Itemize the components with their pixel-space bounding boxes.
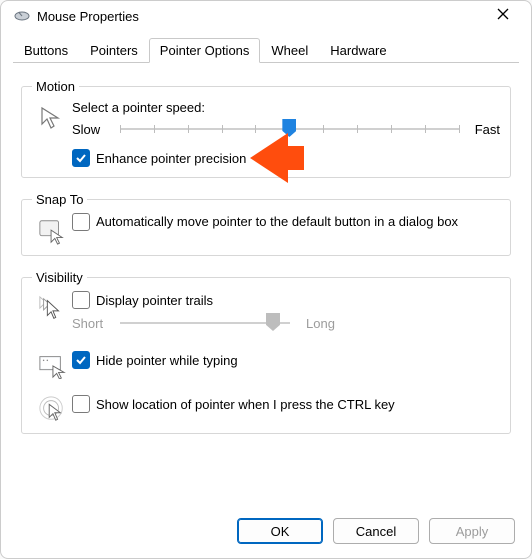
snap-to-label: Automatically move pointer to the defaul… [96, 214, 458, 230]
tab-pointers[interactable]: Pointers [79, 38, 149, 62]
tab-wheel[interactable]: Wheel [260, 38, 319, 62]
pointer-trails-label: Display pointer trails [96, 293, 213, 308]
hide-while-typing-label: Hide pointer while typing [96, 353, 238, 368]
group-visibility-legend: Visibility [32, 270, 87, 285]
enhance-precision-checkbox[interactable] [72, 149, 90, 167]
group-motion: Motion Select a pointer speed: Slow [21, 79, 511, 178]
snap-to-icon [38, 217, 66, 245]
callout-arrow-icon [250, 133, 304, 183]
ctrl-locate-label: Show location of pointer when I press th… [96, 397, 395, 412]
enhance-precision-label: Enhance pointer precision [96, 151, 246, 166]
speed-fast-label: Fast [475, 122, 500, 137]
mouse-icon [13, 10, 31, 22]
hide-while-typing-icon [38, 351, 66, 379]
group-snap-to: Snap To Automatically move pointer to th… [21, 192, 511, 256]
pointer-trails-icon [38, 295, 66, 323]
pointer-speed-icon [38, 104, 66, 132]
cancel-button[interactable]: Cancel [333, 518, 419, 544]
pointer-speed-prompt: Select a pointer speed: [72, 100, 500, 115]
tab-hardware[interactable]: Hardware [319, 38, 397, 62]
titlebar: Mouse Properties [1, 1, 531, 27]
group-motion-legend: Motion [32, 79, 79, 94]
apply-button[interactable]: Apply [429, 518, 515, 544]
tab-buttons[interactable]: Buttons [13, 38, 79, 62]
snap-to-checkbox[interactable] [72, 213, 90, 231]
group-visibility: Visibility [21, 270, 511, 434]
tab-pointer-options[interactable]: Pointer Options [149, 38, 261, 63]
speed-slow-label: Slow [72, 122, 116, 137]
pointer-trails-checkbox[interactable] [72, 291, 90, 309]
pointer-trails-slider [120, 311, 290, 335]
close-button[interactable] [487, 7, 519, 25]
window-title: Mouse Properties [37, 9, 487, 24]
group-snap-to-legend: Snap To [32, 192, 87, 207]
ctrl-locate-checkbox[interactable] [72, 395, 90, 413]
trails-short-label: Short [72, 316, 116, 331]
dialog-button-row: OK Cancel Apply [1, 508, 531, 558]
tab-strip: Buttons Pointers Pointer Options Wheel H… [1, 27, 531, 62]
trails-long-label: Long [306, 316, 335, 331]
ctrl-locate-icon [38, 395, 66, 423]
hide-while-typing-checkbox[interactable] [72, 351, 90, 369]
mouse-properties-dialog: { "title": "Mouse Properties", "tabs": [… [0, 0, 532, 559]
ok-button[interactable]: OK [237, 518, 323, 544]
tab-panel: Motion Select a pointer speed: Slow [1, 63, 531, 508]
